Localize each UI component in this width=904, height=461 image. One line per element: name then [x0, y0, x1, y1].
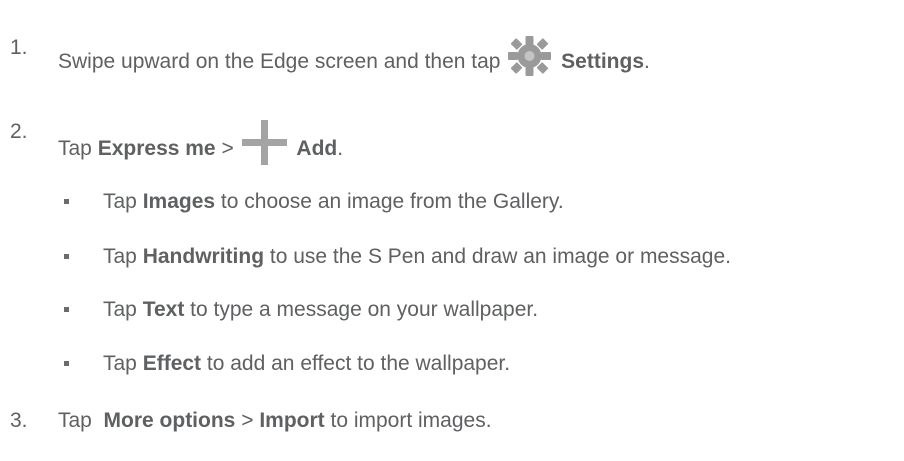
list-item-post: to type a message on your wallpaper. [190, 298, 539, 321]
bullet [64, 199, 69, 204]
list-item-pre: Tap [103, 190, 137, 213]
images-label: Images [142, 190, 216, 213]
list-item-post: to add an effect to the wallpaper. [206, 352, 511, 375]
step-text-pre: Swipe upward on the Edge screen and then… [58, 50, 501, 73]
step-text-post: . [337, 137, 344, 160]
step-number: 3. [10, 409, 28, 432]
bullet [64, 361, 69, 366]
separator: > [241, 409, 254, 432]
more-options-label: More options [103, 409, 236, 432]
text-label: Text [142, 298, 185, 321]
effect-label: Effect [142, 352, 202, 375]
separator: > [221, 137, 234, 160]
list-item-text: Tap Text to type a message on your wallp… [103, 298, 538, 322]
step-number: 2. [10, 120, 28, 143]
import-label: Import [259, 409, 325, 432]
list-item-text: Tap Images to choose an image from the G… [103, 190, 564, 214]
list-item-text: Tap Effect to add an effect to the wallp… [103, 352, 510, 376]
step-text: Tap Express me > Add. [58, 120, 343, 165]
list-item-post: to use the S Pen and draw an image or me… [269, 245, 731, 268]
step-number: 1. [10, 36, 28, 59]
list-item-pre: Tap [103, 352, 137, 375]
step-text-post: to import images. [330, 409, 492, 432]
list-item-text: Tap Handwriting to use the S Pen and dra… [103, 245, 731, 269]
list-item-pre: Tap [103, 298, 137, 321]
express-me-label: Express me [97, 137, 216, 160]
step-text-pre: Tap [58, 409, 92, 432]
step-text-post: . [644, 50, 650, 73]
handwriting-label: Handwriting [142, 245, 265, 268]
step-text: Tap More options > Import to import imag… [58, 409, 492, 433]
list-item-pre: Tap [103, 245, 137, 268]
step-text-pre: Tap [58, 137, 92, 160]
bullet [64, 254, 69, 259]
list-item-post: to choose an image from the Gallery. [220, 190, 564, 213]
plus-icon [241, 120, 287, 165]
bullet [64, 307, 69, 312]
step-text: Swipe upward on the Edge screen and then… [58, 36, 650, 76]
settings-label: Settings [561, 50, 645, 73]
gear-icon [508, 36, 552, 76]
add-label: Add [296, 137, 338, 160]
